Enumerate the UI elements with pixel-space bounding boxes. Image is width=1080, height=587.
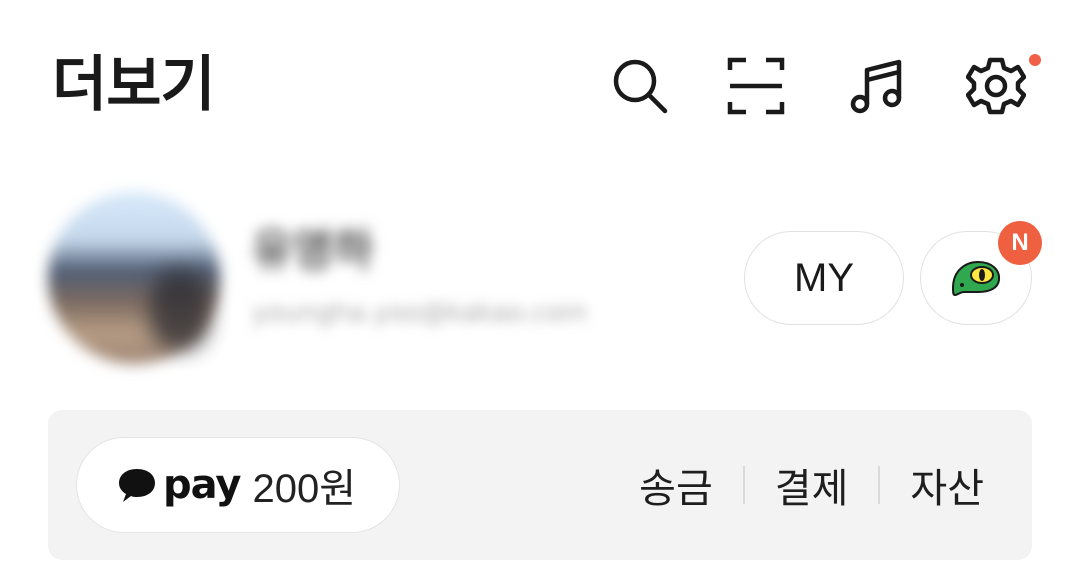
- settings-notification-dot: [1029, 54, 1041, 66]
- pay-logo: pay: [163, 462, 241, 508]
- settings-icon[interactable]: [966, 56, 1026, 116]
- divider: [742, 466, 745, 504]
- search-icon[interactable]: [610, 56, 670, 116]
- payment-link[interactable]: 결제: [775, 456, 849, 514]
- profile-email: youngha.yoo@kakao.com: [252, 298, 587, 328]
- pay-balance-button[interactable]: pay 200원: [76, 437, 400, 533]
- assets-link[interactable]: 자산: [910, 456, 984, 514]
- emoticon-icon: [951, 260, 1001, 297]
- my-button[interactable]: MY: [744, 231, 904, 325]
- pay-links: 송금 결제 자산: [639, 455, 984, 515]
- divider: [878, 466, 881, 504]
- page-title: 더보기: [52, 50, 216, 120]
- chat-bubble-icon: [119, 469, 155, 502]
- scan-icon[interactable]: [726, 56, 786, 116]
- pay-amount: 200원: [252, 467, 357, 511]
- avatar-detail: [150, 270, 210, 350]
- transfer-link[interactable]: 송금: [639, 456, 713, 514]
- new-badge: N: [998, 221, 1042, 265]
- profile-name[interactable]: 유영하: [252, 226, 373, 276]
- music-icon[interactable]: [848, 56, 908, 116]
